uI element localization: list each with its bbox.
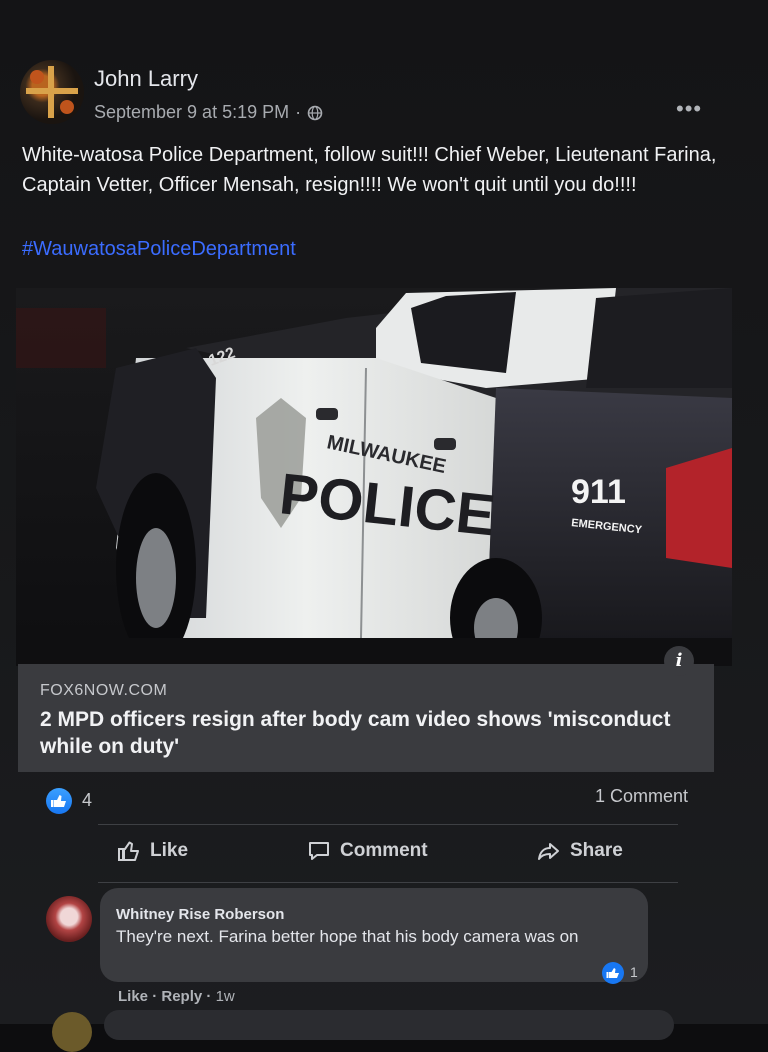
facebook-post: John Larry September 9 at 5:19 PM · ••• … (0, 0, 768, 1052)
comment-icon (309, 842, 329, 860)
separator: · (152, 988, 162, 1005)
write-comment-input[interactable] (104, 1010, 674, 1040)
comment-time[interactable]: 1w (216, 988, 235, 1005)
thumbs-up-icon (118, 841, 139, 861)
divider (98, 824, 678, 825)
hashtag-link[interactable]: #WauwatosaPoliceDepartment (22, 238, 296, 261)
comment-like-icon[interactable] (602, 962, 624, 984)
comment-label: Comment (340, 840, 428, 861)
comment-actions: Like · Reply · 1w (118, 988, 235, 1005)
post-meta: September 9 at 5:19 PM · (94, 102, 323, 123)
meta-separator: · (295, 102, 302, 122)
share-label: Share (570, 840, 623, 861)
more-options-icon[interactable]: ••• (676, 96, 702, 122)
share-button[interactable]: Share (536, 838, 623, 864)
commenter-avatar[interactable] (46, 896, 92, 942)
author-avatar[interactable] (20, 60, 84, 124)
post-actions: Like Comment Share (90, 832, 690, 878)
like-reaction-icon[interactable] (46, 788, 72, 814)
comment-bubble: Whitney Rise Roberson They're next. Fari… (100, 888, 648, 982)
avatar-dot (60, 100, 74, 114)
info-icon[interactable]: i (664, 646, 694, 676)
like-button[interactable]: Like (116, 838, 188, 864)
avatar-cross-vertical (48, 66, 54, 118)
share-icon (538, 843, 559, 860)
link-title[interactable]: 2 MPD officers resign after body cam vid… (40, 706, 690, 760)
comment-reply-link[interactable]: Reply (161, 988, 202, 1005)
like-label: Like (150, 840, 189, 861)
post-text: White-watosa Police Department, follow s… (22, 144, 717, 196)
next-comment-avatar[interactable] (52, 1012, 92, 1052)
car-911-number: 911 (571, 473, 626, 511)
avatar-dot (30, 70, 44, 84)
separator: · (206, 988, 216, 1005)
link-domain: FOX6NOW.COM (40, 682, 168, 699)
post-timestamp[interactable]: September 9 at 5:19 PM (94, 102, 289, 123)
post-stats: 4 1 Comment (30, 772, 710, 822)
reactions-count[interactable]: 4 (82, 790, 92, 811)
comment-text: They're next. Farina better hope that hi… (116, 927, 579, 946)
comment-like-link[interactable]: Like (118, 988, 148, 1005)
author-name[interactable]: John Larry (94, 66, 198, 92)
comment-like-count[interactable]: 1 (630, 964, 638, 980)
commenter-name[interactable]: Whitney Rise Roberson (116, 906, 284, 923)
link-preview-card[interactable]: FOX6NOW.COM 2 MPD officers resign after … (18, 664, 714, 772)
comment-button[interactable]: Comment (306, 838, 428, 864)
police-car-photo: MILWAUKEE POLICE 911 EMERGENCY 122 (16, 288, 732, 666)
divider (98, 882, 678, 883)
link-preview-image[interactable]: MILWAUKEE POLICE 911 EMERGENCY 122 (16, 288, 732, 666)
comments-count[interactable]: 1 Comment (595, 786, 688, 807)
globe-icon (307, 105, 323, 120)
